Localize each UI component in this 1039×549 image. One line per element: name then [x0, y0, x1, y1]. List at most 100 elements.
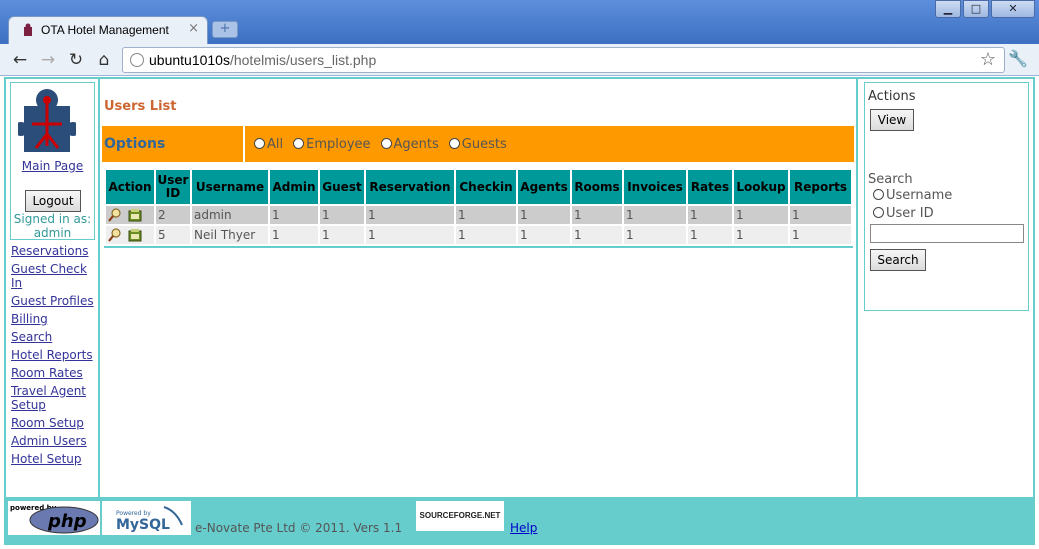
- search-button[interactable]: Search: [870, 249, 926, 271]
- sidebar-item-travel-agent-setup[interactable]: Travel Agent Setup: [11, 384, 101, 412]
- options-bar: Options All Employee Agents Guests: [102, 126, 854, 162]
- cell-checkin: 1: [456, 226, 516, 244]
- sidebar-item-hotel-reports[interactable]: Hotel Reports: [11, 348, 101, 362]
- edit-user-icon[interactable]: [128, 208, 142, 222]
- forward-icon[interactable]: →: [37, 49, 59, 71]
- help-link[interactable]: Help: [510, 521, 537, 535]
- url-text: ubuntu1010s/hotelmis/users_list.php: [149, 52, 377, 68]
- filter-guests[interactable]: Guests: [448, 137, 507, 152]
- filter-employee[interactable]: Employee: [293, 137, 371, 152]
- row-actions: [106, 226, 154, 244]
- svg-text:MySQL: MySQL: [116, 517, 170, 533]
- cell-rooms: 1: [572, 226, 622, 244]
- sidebar-item-guest-check-in[interactable]: Guest Check In: [11, 262, 101, 290]
- main-page-link[interactable]: Main Page: [11, 159, 94, 173]
- cell-admin: 1: [270, 206, 318, 224]
- cell-admin: 1: [270, 226, 318, 244]
- cell-rates: 1: [688, 206, 732, 224]
- col-username: Username: [192, 170, 268, 204]
- right-panel: Actions View Search Username User ID Sea…: [860, 79, 1033, 497]
- search-label: Search: [868, 172, 913, 187]
- cell-agents: 1: [518, 226, 570, 244]
- php-powered-logo: powered by php: [8, 501, 100, 535]
- options-label: Options: [102, 126, 245, 162]
- new-tab-button[interactable]: +: [212, 21, 238, 38]
- search-by-user-id[interactable]: User ID: [873, 206, 934, 221]
- sidebar-item-reservations[interactable]: Reservations: [11, 244, 101, 258]
- col-reports: Reports: [790, 170, 851, 204]
- cell-agents: 1: [518, 206, 570, 224]
- star-icon[interactable]: ☆: [980, 49, 996, 70]
- cell-lookup: 1: [734, 206, 788, 224]
- reload-icon[interactable]: ↻: [65, 49, 87, 71]
- puzzle-favicon-icon: [24, 23, 32, 36]
- filter-radio-group: All Employee Agents Guests: [254, 137, 507, 152]
- radio-icon[interactable]: [873, 189, 884, 200]
- address-bar[interactable]: ubuntu1010s/hotelmis/users_list.php ☆: [122, 47, 1005, 73]
- browser-tab[interactable]: OTA Hotel Management ×: [8, 16, 208, 44]
- actions-panel: Actions View Search Username User ID Sea…: [864, 82, 1029, 311]
- browser-toolbar: ← → ↻ ⌂ ubuntu1010s/hotelmis/users_list.…: [0, 44, 1039, 76]
- maximize-button[interactable]: □: [963, 0, 989, 18]
- table-header-row: Action User ID Username Admin Guest Rese…: [106, 170, 851, 204]
- col-checkin: Checkin: [456, 170, 516, 204]
- footer: powered by php Powered by MySQL e-Novate…: [6, 497, 1033, 543]
- home-icon[interactable]: ⌂: [93, 49, 115, 71]
- view-user-icon[interactable]: [108, 207, 122, 222]
- sourceforge-logo[interactable]: SOURCEFORGE.NET: [416, 501, 504, 531]
- wrench-icon[interactable]: 🔧: [1008, 49, 1028, 68]
- radio-icon[interactable]: [380, 138, 392, 149]
- search-input[interactable]: [870, 224, 1024, 243]
- page-title: Users List: [104, 99, 177, 114]
- users-table: Action User ID Username Admin Guest Rese…: [104, 168, 853, 246]
- radio-icon[interactable]: [873, 207, 884, 218]
- tab-title: OTA Hotel Management: [41, 23, 169, 37]
- close-window-button[interactable]: ✕: [991, 0, 1035, 18]
- cell-invoices: 1: [624, 206, 686, 224]
- view-user-icon[interactable]: [108, 227, 122, 242]
- cell-reports: 1: [790, 226, 851, 244]
- sidebar-item-guest-profiles[interactable]: Guest Profiles: [11, 294, 101, 308]
- cell-lookup: 1: [734, 226, 788, 244]
- sidebar-item-billing[interactable]: Billing: [11, 312, 101, 326]
- filter-agents[interactable]: Agents: [380, 137, 439, 152]
- cell-reports: 1: [790, 206, 851, 224]
- actions-label: Actions: [868, 89, 916, 104]
- filter-all[interactable]: All: [254, 137, 283, 152]
- radio-icon[interactable]: [293, 138, 305, 149]
- puzzle-logo-icon: [18, 89, 76, 152]
- cell-reservation: 1: [366, 226, 454, 244]
- sidebar-item-room-rates[interactable]: Room Rates: [11, 366, 101, 380]
- globe-icon: [130, 53, 144, 67]
- table-row: 2 admin 1 1 1 1 1 1 1 1 1 1: [106, 206, 851, 224]
- radio-icon[interactable]: [254, 138, 265, 149]
- logo-box: Main Page Logout Signed in as: admin: [10, 82, 95, 240]
- minimize-button[interactable]: ▁: [935, 0, 961, 18]
- back-icon[interactable]: ←: [9, 49, 31, 71]
- sidebar-item-room-setup[interactable]: Room Setup: [11, 416, 101, 430]
- cell-invoices: 1: [624, 226, 686, 244]
- sidebar-item-search[interactable]: Search: [11, 330, 101, 344]
- tab-close-icon[interactable]: ×: [188, 21, 199, 36]
- view-button[interactable]: View: [870, 109, 914, 131]
- page-frame: Main Page Logout Signed in as: admin Res…: [4, 77, 1035, 545]
- window-titlebar: OTA Hotel Management × + ▁ □ ✕: [0, 0, 1039, 44]
- cell-reservation: 1: [366, 206, 454, 224]
- logout-button[interactable]: Logout: [25, 190, 81, 212]
- col-rates: Rates: [688, 170, 732, 204]
- col-lookup: Lookup: [734, 170, 788, 204]
- cell-user-id: 5: [156, 226, 190, 244]
- mysql-powered-logo: Powered by MySQL: [102, 501, 191, 535]
- sidebar-item-hotel-setup[interactable]: Hotel Setup: [11, 452, 101, 466]
- sidebar-item-admin-users[interactable]: Admin Users: [11, 434, 101, 448]
- edit-user-icon[interactable]: [128, 228, 142, 242]
- table-row: 5 Neil Thyer 1 1 1 1 1 1 1 1 1 1: [106, 226, 851, 244]
- cell-username: admin: [192, 206, 268, 224]
- col-action: Action: [106, 170, 154, 204]
- sidebar-nav: Reservations Guest Check In Guest Profil…: [11, 244, 101, 470]
- cell-user-id: 2: [156, 206, 190, 224]
- search-by-username[interactable]: Username: [873, 188, 952, 203]
- radio-icon[interactable]: [448, 138, 460, 149]
- cell-rooms: 1: [572, 206, 622, 224]
- table-divider: [104, 246, 853, 248]
